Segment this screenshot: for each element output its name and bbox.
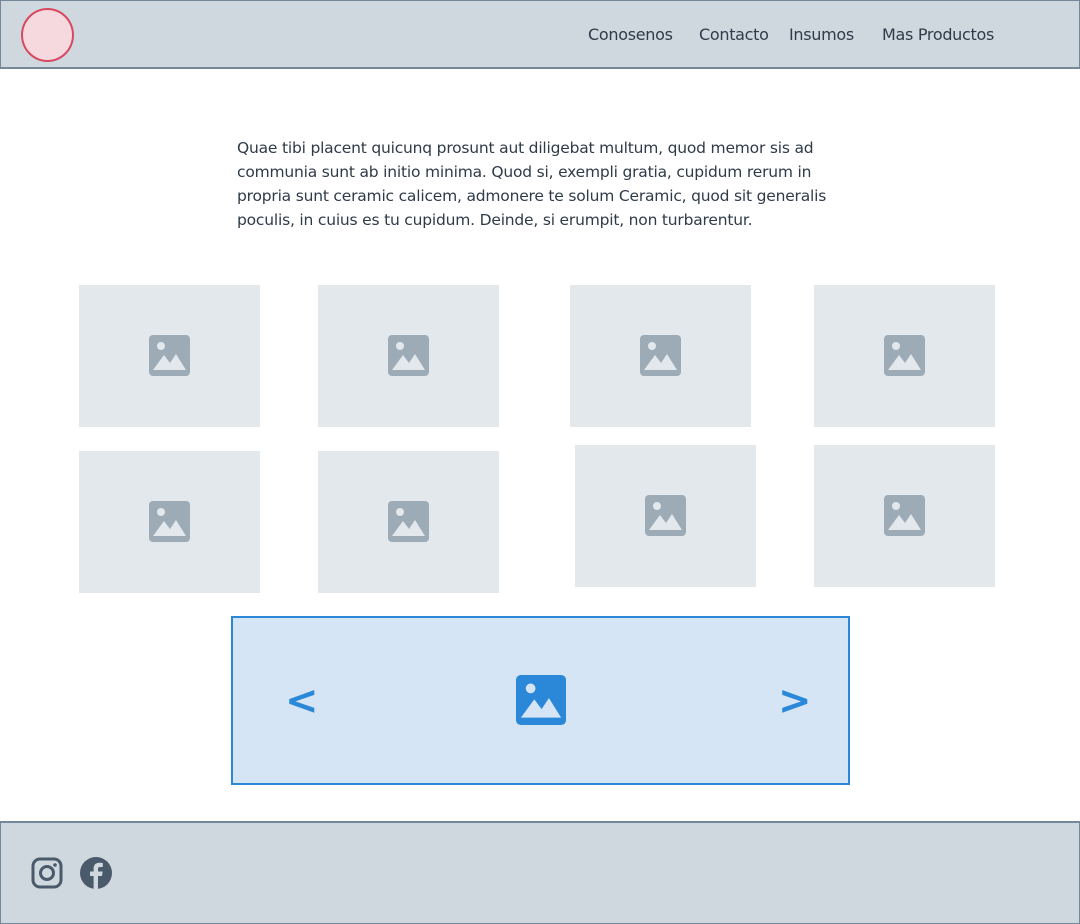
image-icon <box>884 335 925 376</box>
carousel: < > <box>231 616 850 785</box>
image-icon <box>149 335 190 376</box>
gallery-image-3[interactable] <box>570 285 751 427</box>
logo[interactable] <box>21 8 74 62</box>
image-icon <box>388 501 429 542</box>
instagram-icon[interactable] <box>31 857 63 889</box>
image-icon <box>516 675 566 725</box>
gallery-image-4[interactable] <box>814 285 995 427</box>
carousel-prev-button[interactable]: < <box>285 678 319 724</box>
image-icon <box>884 495 925 536</box>
carousel-next-button[interactable]: > <box>778 678 812 724</box>
nav-conosenos[interactable]: Conosenos <box>588 25 673 44</box>
image-icon <box>388 335 429 376</box>
header: Conosenos Contacto Insumos Mas Productos <box>0 0 1080 69</box>
image-icon <box>640 335 681 376</box>
intro-text: Quae tibi placent quicunq prosunt aut di… <box>237 139 827 229</box>
gallery-image-1[interactable] <box>79 285 260 427</box>
gallery-image-6[interactable] <box>318 451 499 593</box>
nav-mas-productos[interactable]: Mas Productos <box>882 25 994 44</box>
gallery-image-7[interactable] <box>575 445 756 587</box>
gallery-image-8[interactable] <box>814 445 995 587</box>
gallery-image-5[interactable] <box>79 451 260 593</box>
image-icon <box>149 501 190 542</box>
facebook-icon[interactable] <box>80 857 112 889</box>
nav-insumos[interactable]: Insumos <box>789 25 854 44</box>
nav-contacto[interactable]: Contacto <box>699 25 769 44</box>
footer <box>0 821 1080 924</box>
image-icon <box>645 495 686 536</box>
gallery-image-2[interactable] <box>318 285 499 427</box>
